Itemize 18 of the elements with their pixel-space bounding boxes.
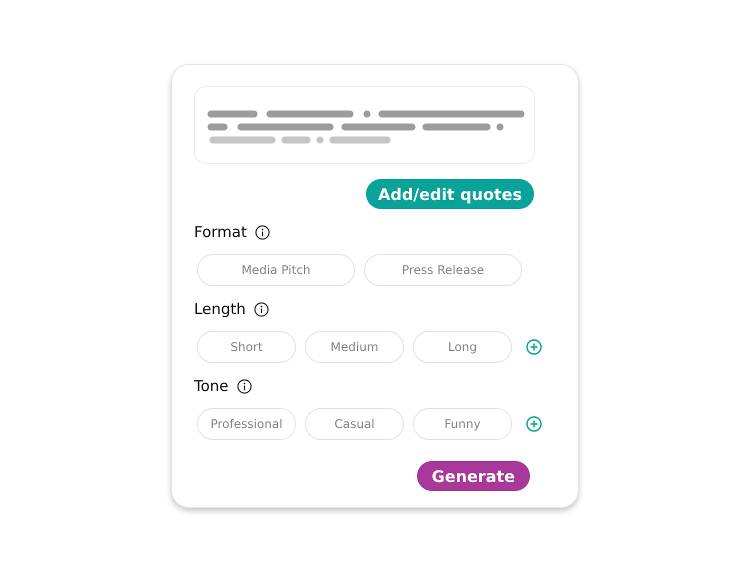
info-icon[interactable] — [236, 378, 252, 394]
option-chip[interactable]: Professional — [197, 408, 296, 440]
option-chip[interactable]: Long — [413, 331, 512, 363]
option-chip[interactable]: Medium — [305, 331, 404, 363]
option-chip[interactable]: Short — [197, 331, 296, 363]
section-label: Length — [194, 300, 246, 318]
section-label: Tone — [194, 377, 229, 395]
section-label: Format — [194, 223, 247, 241]
add-icon[interactable] — [526, 339, 542, 355]
option-chip[interactable]: Media Pitch — [197, 254, 355, 286]
option-chip[interactable]: Funny — [413, 408, 512, 440]
option-chip[interactable]: Casual — [305, 408, 404, 440]
info-icon[interactable] — [254, 224, 270, 240]
info-icon[interactable] — [254, 302, 269, 316]
generate-button[interactable]: Generate — [416, 461, 530, 491]
option-chip[interactable]: Press Release — [364, 254, 522, 286]
add-icon[interactable] — [526, 416, 542, 432]
add-edit-quotes-button[interactable]: Add/edit quotes — [366, 179, 534, 209]
